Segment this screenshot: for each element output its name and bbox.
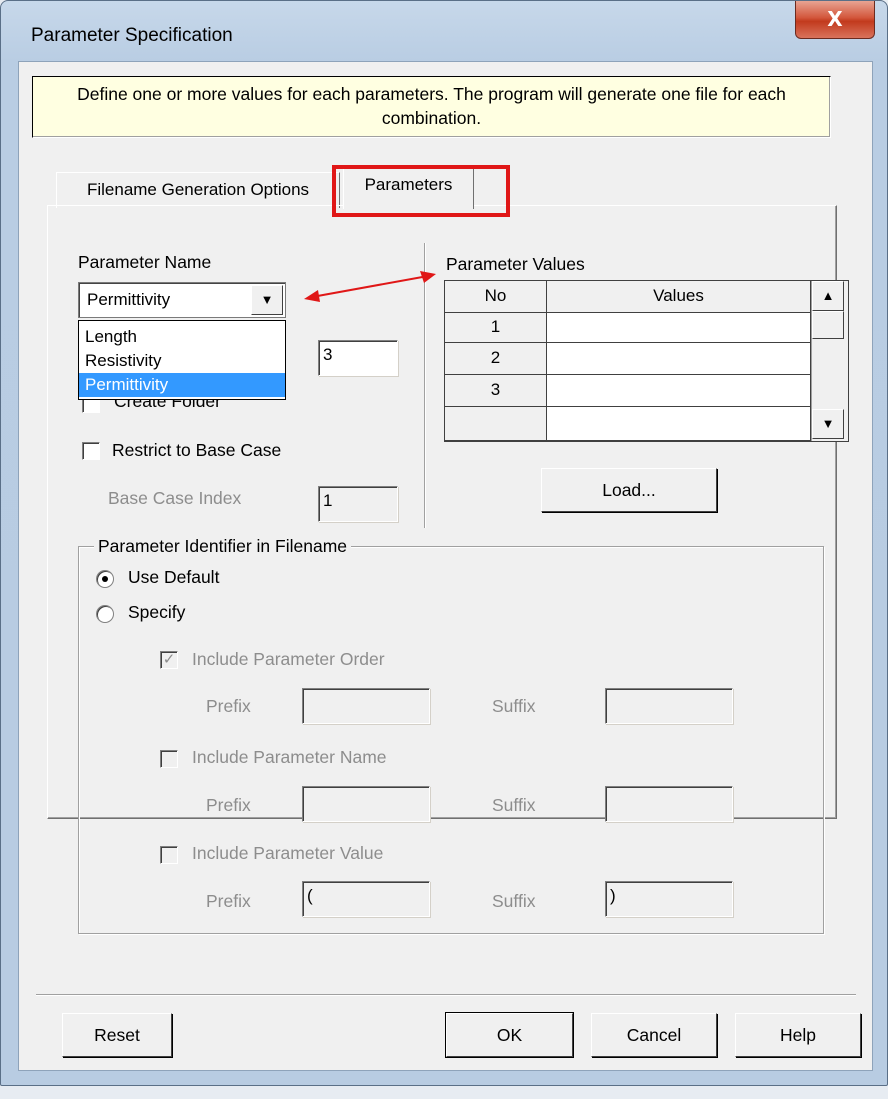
annotation-highlight-box: [332, 165, 510, 217]
scroll-up-button[interactable]: ▲: [812, 281, 844, 311]
ok-button[interactable]: OK: [445, 1012, 574, 1058]
bottom-separator: [36, 994, 856, 996]
include-value-checkbox[interactable]: [160, 846, 178, 864]
order-prefix-input[interactable]: [302, 688, 430, 724]
column-header-no: No: [445, 281, 547, 313]
include-order-checkbox[interactable]: ✓: [160, 651, 178, 669]
name-suffix-input[interactable]: [605, 786, 733, 822]
close-button[interactable]: X: [795, 1, 875, 39]
cancel-button[interactable]: Cancel: [591, 1013, 717, 1057]
value-cell[interactable]: [547, 343, 811, 375]
load-button[interactable]: Load...: [541, 468, 717, 512]
base-case-index-label: Base Case Index: [108, 488, 242, 508]
name-prefix-input[interactable]: [302, 786, 430, 822]
reset-button[interactable]: Reset: [62, 1013, 172, 1057]
scrollbar-thumb[interactable]: [812, 311, 844, 339]
parameter-name-value: Permittivity: [87, 290, 171, 309]
value-cell[interactable]: [547, 407, 811, 441]
order-prefix-label: Prefix: [206, 696, 251, 716]
base-case-index-input[interactable]: 1: [318, 486, 398, 522]
value-suffix-input[interactable]: ): [605, 881, 733, 917]
value-cell[interactable]: [547, 375, 811, 407]
chevron-down-icon: ▼: [260, 292, 274, 307]
annotation-arrowhead-right: [420, 271, 436, 283]
window-title: Parameter Specification: [31, 25, 233, 46]
parameter-values-grid[interactable]: No Values 1 2 3 ▲ ▼: [444, 280, 849, 442]
column-header-values: Values: [547, 281, 811, 313]
row-number: 3: [445, 375, 547, 407]
parameter-name-combobox[interactable]: Permittivity ▼: [78, 282, 286, 318]
parameter-name-dropdown-list: Length Resistivity Permittivity: [78, 320, 286, 400]
scroll-down-button[interactable]: ▼: [812, 409, 844, 439]
dropdown-option-resistivity[interactable]: Resistivity: [79, 349, 285, 373]
restrict-base-case-checkbox[interactable]: [82, 442, 100, 460]
include-value-label: Include Parameter Value: [192, 843, 384, 863]
name-prefix-label: Prefix: [206, 795, 251, 815]
vertical-scrollbar[interactable]: ▲ ▼: [811, 281, 848, 441]
row-number: 1: [445, 313, 547, 343]
value-prefix-label: Prefix: [206, 891, 251, 911]
include-name-checkbox[interactable]: [160, 750, 178, 768]
annotation-arrow-line: [311, 275, 429, 298]
background-below-window: [0, 1086, 888, 1099]
specify-label: Specify: [128, 602, 186, 622]
value-suffix-label: Suffix: [492, 891, 536, 911]
dropdown-button[interactable]: ▼: [251, 285, 283, 315]
info-banner: Define one or more values for each param…: [32, 76, 831, 138]
row-number: 2: [445, 343, 547, 375]
row-number: [445, 407, 547, 441]
include-name-label: Include Parameter Name: [192, 747, 387, 767]
parameter-values-label: Parameter Values: [446, 254, 585, 274]
parameter-name-label: Parameter Name: [78, 252, 212, 272]
help-button[interactable]: Help: [735, 1013, 861, 1057]
name-suffix-label: Suffix: [492, 795, 536, 815]
group-title: Parameter Identifier in Filename: [94, 536, 351, 557]
checkmark-icon: ✓: [162, 651, 176, 668]
levels-input[interactable]: 3: [318, 340, 398, 376]
arrow-up-icon: ▲: [821, 288, 835, 303]
use-default-radio[interactable]: [96, 570, 114, 588]
restrict-base-case-label: Restrict to Base Case: [112, 440, 282, 460]
close-icon: X: [827, 7, 843, 31]
parameter-identifier-group: [78, 546, 824, 934]
order-suffix-label: Suffix: [492, 696, 536, 716]
radio-selected-dot: [102, 576, 108, 582]
dropdown-option-permittivity[interactable]: Permittivity: [79, 373, 285, 397]
arrow-down-icon: ▼: [821, 416, 835, 431]
order-suffix-input[interactable]: [605, 688, 733, 724]
value-prefix-input[interactable]: (: [302, 881, 430, 917]
annotation-arrow: [304, 271, 436, 302]
annotation-arrowhead-left: [304, 290, 320, 302]
specify-radio[interactable]: [96, 605, 114, 623]
dropdown-option-length[interactable]: Length: [79, 325, 285, 349]
use-default-label: Use Default: [128, 567, 220, 587]
value-cell[interactable]: [547, 313, 811, 343]
include-order-label: Include Parameter Order: [192, 649, 385, 669]
tab-filename-generation-options[interactable]: Filename Generation Options: [56, 172, 340, 208]
